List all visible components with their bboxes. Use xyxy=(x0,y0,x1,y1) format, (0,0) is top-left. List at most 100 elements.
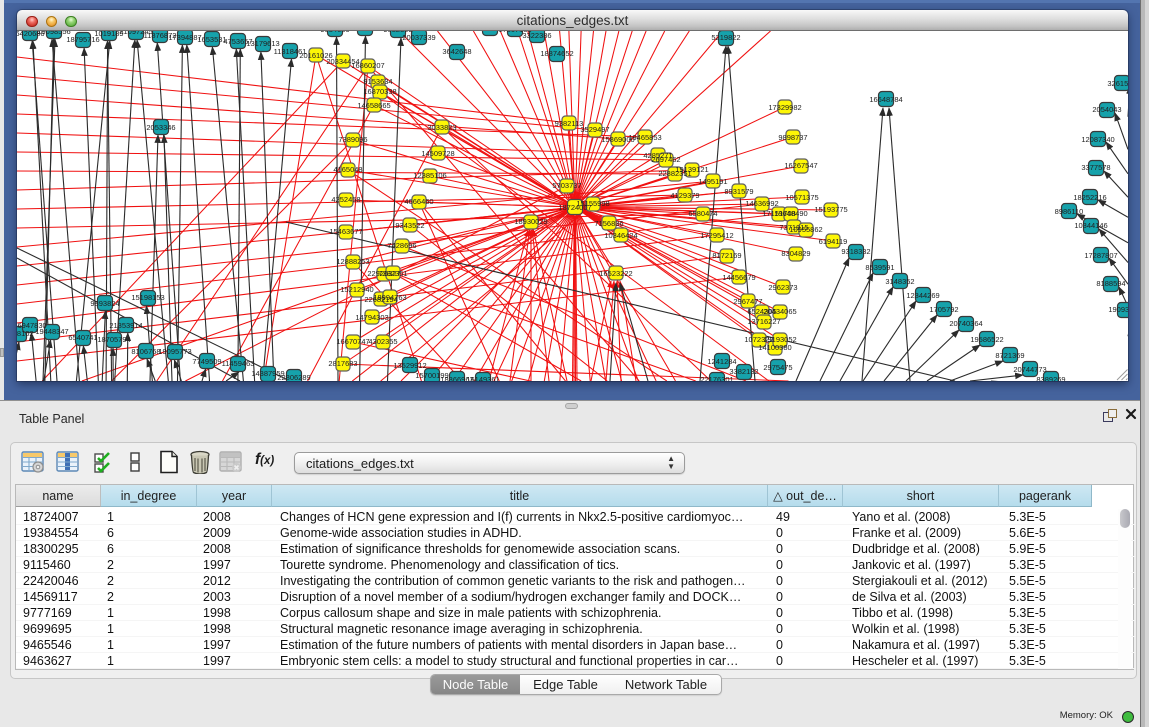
svg-text:2817683: 2817683 xyxy=(328,359,357,368)
svg-text:16860207: 16860207 xyxy=(351,61,384,70)
svg-text:9382113: 9382113 xyxy=(555,119,584,128)
svg-text:5703737: 5703737 xyxy=(552,181,581,190)
svg-text:8304829: 8304829 xyxy=(781,249,810,258)
svg-text:2962373: 2962373 xyxy=(768,283,797,292)
svg-text:19465853: 19465853 xyxy=(628,133,661,142)
svg-text:22176301: 22176301 xyxy=(700,375,733,381)
svg-text:16149361: 16149361 xyxy=(466,375,499,381)
svg-text:13716227: 13716227 xyxy=(747,317,780,326)
svg-text:14509728: 14509728 xyxy=(421,149,454,158)
svg-text:14636992: 14636992 xyxy=(745,199,778,208)
svg-text:4302355: 4302355 xyxy=(368,337,397,346)
svg-text:1241284: 1241284 xyxy=(707,357,736,366)
svg-text:16267547: 16267547 xyxy=(784,161,817,170)
svg-text:17287807: 17287807 xyxy=(1084,251,1117,260)
svg-text:8931579: 8931579 xyxy=(724,187,753,196)
svg-text:22806289: 22806289 xyxy=(277,373,310,381)
svg-text:8389269: 8389269 xyxy=(1036,375,1065,381)
svg-text:2967477: 2967477 xyxy=(733,297,762,306)
svg-text:9898737: 9898737 xyxy=(778,133,807,142)
svg-text:5308102: 5308102 xyxy=(17,329,34,338)
svg-text:1495191: 1495191 xyxy=(698,177,727,186)
svg-text:3377578: 3377578 xyxy=(1081,163,1110,172)
svg-text:20740364: 20740364 xyxy=(949,319,982,328)
svg-text:7389096: 7389096 xyxy=(338,135,367,144)
svg-text:3148352: 3148352 xyxy=(885,277,914,286)
svg-text:9153634: 9153634 xyxy=(363,77,392,86)
svg-text:10346424: 10346424 xyxy=(604,231,637,240)
svg-text:9318332: 9318332 xyxy=(841,247,870,256)
svg-text:3529497: 3529497 xyxy=(580,125,609,134)
svg-text:17329982: 17329982 xyxy=(768,103,801,112)
svg-text:3322386: 3322386 xyxy=(522,31,551,40)
svg-text:15212940: 15212940 xyxy=(340,285,373,294)
svg-text:15198153: 15198153 xyxy=(131,293,164,302)
svg-text:18874652: 18874652 xyxy=(540,49,573,58)
svg-text:19448347: 19448347 xyxy=(35,327,68,336)
svg-text:19193052: 19193052 xyxy=(763,335,796,344)
svg-text:1705792: 1705792 xyxy=(929,305,958,314)
svg-text:14456679: 14456679 xyxy=(722,273,755,282)
svg-text:18252216: 18252216 xyxy=(1073,193,1106,202)
svg-text:14794303: 14794303 xyxy=(355,313,388,322)
svg-text:7428696: 7428696 xyxy=(387,241,416,250)
svg-text:2975475: 2975475 xyxy=(763,363,792,372)
svg-text:10344146: 10344146 xyxy=(1074,221,1107,230)
svg-text:16523222: 16523222 xyxy=(599,269,632,278)
svg-text:12385106: 12385106 xyxy=(413,171,446,180)
svg-text:8539591: 8539591 xyxy=(865,263,894,272)
svg-text:12344269: 12344269 xyxy=(906,291,939,300)
svg-text:10571375: 10571375 xyxy=(785,193,818,202)
svg-text:15463677: 15463677 xyxy=(329,227,362,236)
svg-text:14100380: 14100380 xyxy=(758,343,791,352)
svg-text:7156836: 7156836 xyxy=(594,219,623,228)
svg-text:1653531: 1653531 xyxy=(197,35,226,44)
svg-text:18994763: 18994763 xyxy=(373,293,406,302)
svg-text:14658665: 14658665 xyxy=(357,101,390,110)
svg-text:6580474: 6580474 xyxy=(688,209,717,218)
svg-text:8721369: 8721369 xyxy=(995,351,1024,360)
svg-text:4666460: 4666460 xyxy=(404,197,433,206)
svg-text:6194119: 6194119 xyxy=(819,237,848,246)
svg-text:19139121: 19139121 xyxy=(675,165,708,174)
svg-text:20434065: 20434065 xyxy=(763,307,796,316)
svg-text:18724007: 18724007 xyxy=(558,203,591,212)
svg-text:16648784: 16648784 xyxy=(869,95,902,104)
svg-text:2697462: 2697462 xyxy=(651,155,680,164)
svg-text:18930029: 18930029 xyxy=(514,217,547,226)
svg-text:19648490: 19648490 xyxy=(774,209,807,218)
svg-text:10955862: 10955862 xyxy=(789,225,822,234)
svg-text:4165048: 4165048 xyxy=(333,165,362,174)
svg-text:5219822: 5219822 xyxy=(711,33,740,42)
svg-text:18705794: 18705794 xyxy=(97,335,130,344)
svg-text:4252458: 4252458 xyxy=(331,195,360,204)
svg-text:9343522: 9343522 xyxy=(395,221,424,230)
svg-text:9893824: 9893824 xyxy=(90,299,119,308)
svg-text:19093688: 19093688 xyxy=(1108,305,1128,314)
svg-text:4129379: 4129379 xyxy=(670,191,699,200)
svg-text:17295412: 17295412 xyxy=(700,231,733,240)
svg-text:3033823: 3033823 xyxy=(427,123,456,132)
svg-text:16670747: 16670747 xyxy=(336,337,369,346)
svg-text:12087340: 12087340 xyxy=(1081,135,1114,144)
svg-text:21353914: 21353914 xyxy=(109,321,142,330)
svg-text:8106768: 8106768 xyxy=(131,347,160,356)
svg-text:7382351: 7382351 xyxy=(378,269,407,278)
svg-text:6540741: 6540741 xyxy=(68,333,97,342)
svg-text:8188594: 8188594 xyxy=(1096,279,1125,288)
svg-text:2054043: 2054043 xyxy=(1092,105,1121,114)
svg-text:7749509: 7749509 xyxy=(192,357,221,366)
svg-text:20037339: 20037339 xyxy=(402,33,435,42)
svg-text:8986110: 8986110 xyxy=(1055,207,1084,216)
svg-text:15193775: 15193775 xyxy=(814,205,847,214)
svg-text:12888253: 12888253 xyxy=(336,257,369,266)
svg-text:16870338: 16870338 xyxy=(363,87,396,96)
svg-text:20744773: 20744773 xyxy=(1013,365,1046,374)
svg-text:3261579: 3261579 xyxy=(1107,79,1128,88)
svg-text:8172169: 8172169 xyxy=(712,251,741,260)
svg-text:13529912: 13529912 xyxy=(393,361,426,370)
svg-text:11459463: 11459463 xyxy=(222,359,255,368)
svg-text:3642648: 3642648 xyxy=(442,47,471,56)
svg-text:9034686: 9034686 xyxy=(320,31,349,34)
svg-text:19095773: 19095773 xyxy=(158,347,191,356)
